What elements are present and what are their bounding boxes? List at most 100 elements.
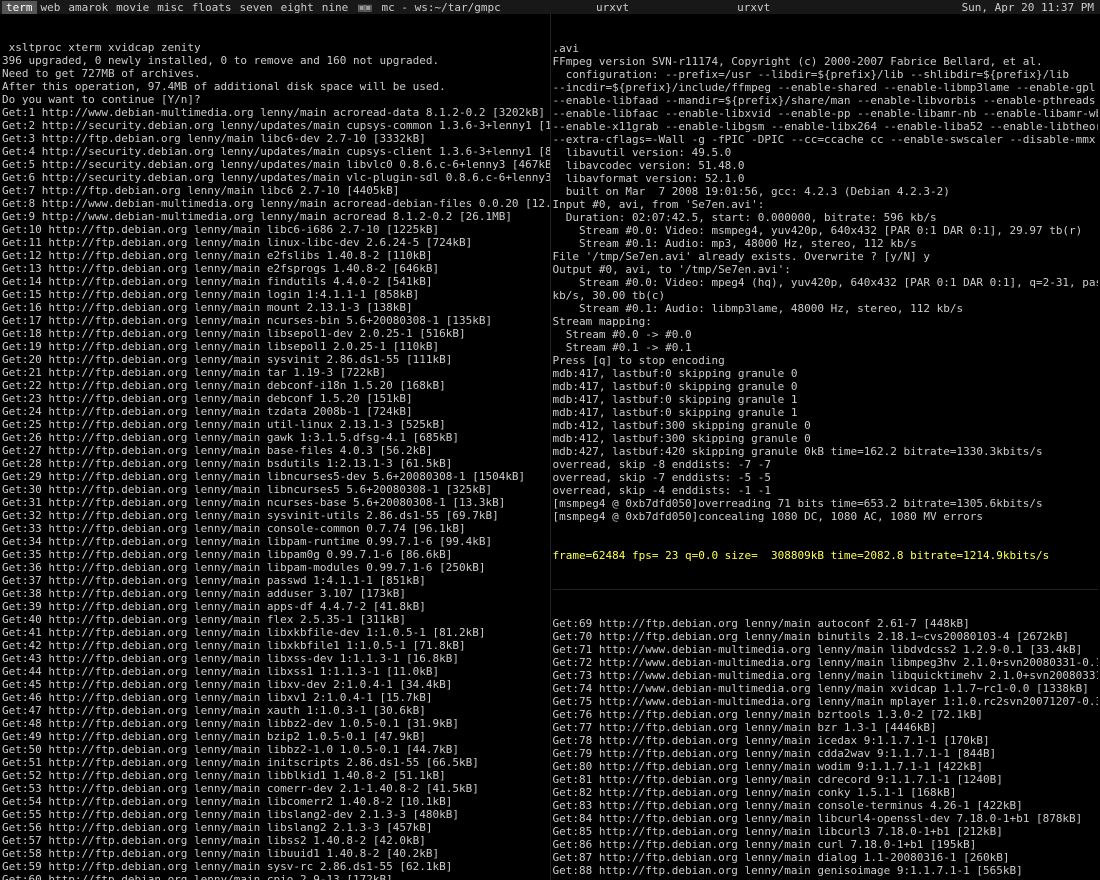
terminal-line: Get:20 http://ftp.debian.org lenny/main … (2, 353, 548, 366)
terminal-line: Get:71 http://www.debian-multimedia.org … (553, 643, 1099, 656)
terminal-line: Stream #0.0 -> #0.0 (553, 328, 1099, 341)
terminal-line: libavformat version: 52.1.0 (553, 172, 1099, 185)
terminal-line: Get:43 http://ftp.debian.org lenny/main … (2, 652, 548, 665)
terminal-line: [msmpeg4 @ 0xb7dfd050]concealing 1080 DC… (553, 510, 1099, 523)
terminal-line: Get:6 http://security.debian.org lenny/u… (2, 171, 548, 184)
tag-eight[interactable]: eight (277, 1, 318, 14)
terminal-line: Get:1 http://www.debian-multimedia.org l… (2, 106, 548, 119)
terminal-line: Get:51 http://ftp.debian.org lenny/main … (2, 756, 548, 769)
terminal-line: Stream #0.0: Video: mpeg4 (hq), yuv420p,… (553, 276, 1099, 289)
terminal-line: Get:89 http://ftp.debian.org lenny/main … (553, 877, 1099, 879)
terminal-line: Get:52 http://ftp.debian.org lenny/main … (2, 769, 548, 782)
terminal-line: Get:2 http://security.debian.org lenny/u… (2, 119, 548, 132)
tag-amarok[interactable]: amarok (64, 1, 112, 14)
ffmpeg-status: frame=62484 fps= 23 q=0.0 size= 308809kB… (553, 549, 1099, 562)
terminal-line: Get:41 http://ftp.debian.org lenny/main … (2, 626, 548, 639)
terminal-line: Input #0, avi, from 'Se7en.avi': (553, 198, 1099, 211)
terminal-line: Get:13 http://ftp.debian.org lenny/main … (2, 262, 548, 275)
terminal-line: --enable-libfaac --enable-libxvid --enab… (553, 107, 1099, 120)
terminal-line: Do you want to continue [Y/n]? (2, 93, 548, 106)
terminal-line: .avi (553, 42, 1099, 55)
terminal-line: Get:75 http://www.debian-multimedia.org … (553, 695, 1099, 708)
terminal-line: Press [q] to stop encoding (553, 354, 1099, 367)
terminal-line: --enable-x11grab --enable-libgsm --enabl… (553, 120, 1099, 133)
tag-misc[interactable]: misc (153, 1, 188, 14)
terminal-line: mdb:412, lastbuf:300 skipping granule 0 (553, 419, 1099, 432)
terminal-line: Stream #0.1 -> #0.1 (553, 341, 1099, 354)
terminal-line: Get:73 http://www.debian-multimedia.org … (553, 669, 1099, 682)
clock: Sun, Apr 20 11:37 PM (958, 1, 1098, 14)
terminal-line: Get:33 http://ftp.debian.org lenny/main … (2, 522, 548, 535)
terminal-line: Get:35 http://ftp.debian.org lenny/main … (2, 548, 548, 561)
terminal-line: Get:42 http://ftp.debian.org lenny/main … (2, 639, 548, 652)
terminal-line: Get:12 http://ftp.debian.org lenny/main … (2, 249, 548, 262)
terminal-line: Get:32 http://ftp.debian.org lenny/main … (2, 509, 548, 522)
terminal-line: --incdir=${prefix}/include/ffmpeg --enab… (553, 81, 1099, 94)
terminal-line: Get:39 http://ftp.debian.org lenny/main … (2, 600, 548, 613)
terminal-line: [msmpeg4 @ 0xb7dfd050]overreading 71 bit… (553, 497, 1099, 510)
terminal-line: Get:81 http://ftp.debian.org lenny/main … (553, 773, 1099, 786)
tag-term[interactable]: term (2, 1, 37, 14)
terminal-line: --enable-libfaad --mandir=${prefix}/shar… (553, 94, 1099, 107)
terminal-line: Get:19 http://ftp.debian.org lenny/main … (2, 340, 548, 353)
terminal-line: libavutil version: 49.5.0 (553, 146, 1099, 159)
terminal-line: Get:78 http://ftp.debian.org lenny/main … (553, 734, 1099, 747)
terminal-line: Get:46 http://ftp.debian.org lenny/main … (2, 691, 548, 704)
terminal-line: Get:79 http://ftp.debian.org lenny/main … (553, 747, 1099, 760)
top-bar: termwebamarokmoviemiscfloatsseveneightni… (0, 0, 1100, 14)
terminal-line: Get:44 http://ftp.debian.org lenny/main … (2, 665, 548, 678)
terminal-line: Get:60 http://ftp.debian.org lenny/main … (2, 873, 548, 880)
right-bottom-terminal[interactable]: Get:69 http://ftp.debian.org lenny/main … (553, 590, 1099, 879)
terminal-line: libavcodec version: 51.48.0 (553, 159, 1099, 172)
terminal-line: Get:47 http://ftp.debian.org lenny/main … (2, 704, 548, 717)
terminal-line: Get:16 http://ftp.debian.org lenny/main … (2, 301, 548, 314)
terminal-line: Get:80 http://ftp.debian.org lenny/main … (553, 760, 1099, 773)
terminal-line: Get:82 http://ftp.debian.org lenny/main … (553, 786, 1099, 799)
terminal-line: Get:9 http://www.debian-multimedia.org l… (2, 210, 548, 223)
terminal-line: Get:72 http://www.debian-multimedia.org … (553, 656, 1099, 669)
terminal-line: Get:27 http://ftp.debian.org lenny/main … (2, 444, 548, 457)
terminal-line: Get:29 http://ftp.debian.org lenny/main … (2, 470, 548, 483)
left-terminal[interactable]: xsltproc xterm xvidcap zenity396 upgrade… (0, 14, 551, 880)
terminal-line: --extra-cflags=-Wall -g -fPIC -DPIC --cc… (553, 133, 1099, 146)
terminal-line: Get:48 http://ftp.debian.org lenny/main … (2, 717, 548, 730)
terminal-line: Stream #0.1: Audio: mp3, 48000 Hz, stere… (553, 237, 1099, 250)
terminal-line: Stream #0.0: Video: msmpeg4, yuv420p, 64… (553, 224, 1099, 237)
terminal-line: Get:11 http://ftp.debian.org lenny/main … (2, 236, 548, 249)
terminal-line: overread, skip -8 enddists: -7 -7 (553, 458, 1099, 471)
tag-floats[interactable]: floats (188, 1, 236, 14)
tag-seven[interactable]: seven (236, 1, 277, 14)
terminal-line: Get:83 http://ftp.debian.org lenny/main … (553, 799, 1099, 812)
terminal-line: Get:30 http://ftp.debian.org lenny/main … (2, 483, 548, 496)
terminal-line: Get:70 http://ftp.debian.org lenny/main … (553, 630, 1099, 643)
tag-nine[interactable]: nine (318, 1, 353, 14)
terminal-line: Get:88 http://ftp.debian.org lenny/main … (553, 864, 1099, 877)
terminal-line: Get:56 http://ftp.debian.org lenny/main … (2, 821, 548, 834)
terminal-line: mdb:417, lastbuf:0 skipping granule 1 (553, 393, 1099, 406)
tag-web[interactable]: web (37, 1, 65, 14)
terminal-line: Get:17 http://ftp.debian.org lenny/main … (2, 314, 548, 327)
terminal-line: built on Mar 7 2008 19:01:56, gcc: 4.2.3… (553, 185, 1099, 198)
terminal-line: Get:10 http://ftp.debian.org lenny/main … (2, 223, 548, 236)
terminal-line: mdb:427, lastbuf:420 skipping granule 0k… (553, 445, 1099, 458)
terminal-line: Get:21 http://ftp.debian.org lenny/main … (2, 366, 548, 379)
terminal-line: Get:18 http://ftp.debian.org lenny/main … (2, 327, 548, 340)
terminal-line: Get:37 http://ftp.debian.org lenny/main … (2, 574, 548, 587)
terminal-line: Get:69 http://ftp.debian.org lenny/main … (553, 617, 1099, 630)
right-top-terminal[interactable]: .aviFFmpeg version SVN-r11174, Copyright… (553, 15, 1099, 590)
terminal-line: After this operation, 97.4MB of addition… (2, 80, 548, 93)
terminal-line: Get:7 http://ftp.debian.org lenny/main l… (2, 184, 548, 197)
tag-movie[interactable]: movie (112, 1, 153, 14)
terminal-line: mdb:417, lastbuf:0 skipping granule 0 (553, 367, 1099, 380)
terminal-line: Get:22 http://ftp.debian.org lenny/main … (2, 379, 548, 392)
terminal-line: Get:85 http://ftp.debian.org lenny/main … (553, 825, 1099, 838)
terminal-line: xsltproc xterm xvidcap zenity (2, 41, 548, 54)
terminal-line: Get:24 http://ftp.debian.org lenny/main … (2, 405, 548, 418)
terminal-line: Get:15 http://ftp.debian.org lenny/main … (2, 288, 548, 301)
terminal-line: Get:59 http://ftp.debian.org lenny/main … (2, 860, 548, 873)
terminal-line: Get:38 http://ftp.debian.org lenny/main … (2, 587, 548, 600)
terminal-line: Get:5 http://security.debian.org lenny/u… (2, 158, 548, 171)
terminal-line: Get:58 http://ftp.debian.org lenny/main … (2, 847, 548, 860)
terminal-line: Output #0, avi, to '/tmp/Se7en.avi': (553, 263, 1099, 276)
terminal-line: kb/s, 30.00 tb(c) (553, 289, 1099, 302)
